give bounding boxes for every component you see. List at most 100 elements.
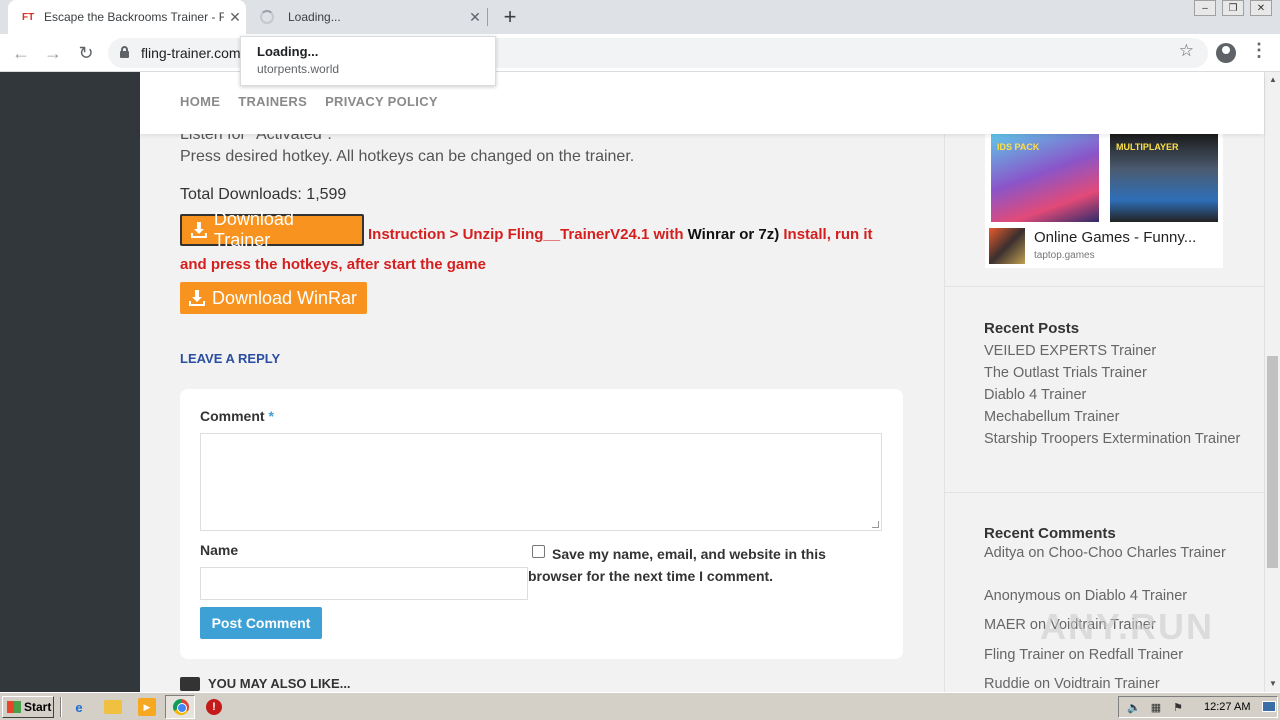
post-comment-button[interactable]: Post Comment [200,607,322,639]
profile-icon[interactable] [1216,43,1236,63]
site-nav: HOME TRAINERS PRIVACY POLICY [180,94,438,109]
show-desktop-icon[interactable] [1262,701,1276,712]
fling-favicon-icon: FT [22,11,35,23]
tab-close-icon[interactable]: ✕ [464,9,486,26]
start-button[interactable]: Start [2,696,54,718]
windows-logo-icon [7,701,21,713]
recent-post-link[interactable]: Mechabellum Trainer [984,406,1244,428]
nav-privacy-policy[interactable]: PRIVACY POLICY [325,94,438,109]
total-downloads: Total Downloads: 1,599 [180,186,347,203]
recent-comment-item[interactable]: Anonymous on Diablo 4 Trainer [984,589,1244,604]
minimize-icon[interactable]: – [1194,0,1216,16]
lock-icon[interactable] [120,46,129,58]
ad-image[interactable]: MULTIPLAYER [1110,134,1218,222]
security-icon[interactable]: ⚑ [1171,700,1185,714]
url-text[interactable]: fling-trainer.com [141,45,241,61]
download-icon [189,290,205,306]
leave-reply-heading: LEAVE A REPLY [180,351,281,366]
save-info-label: Save my name, email, and website in this… [528,546,826,584]
restore-icon[interactable]: ❐ [1222,0,1244,16]
recent-posts-heading: Recent Posts [984,320,1080,337]
download-winrar-label: Download WinRar [212,287,358,308]
thumbs-icon [180,676,200,691]
recent-comment-item[interactable]: Ruddie on Voidtrain Trainer [984,677,1244,692]
media-player-icon[interactable]: ▶ [138,698,156,716]
tab-title: Escape the Backrooms Trainer - Fling [44,10,224,24]
instruction-line: Press desired hotkey. All hotkeys can be… [180,148,635,165]
forward-arrow-icon[interactable]: → [40,40,66,66]
nav-trainers[interactable]: TRAINERS [238,94,307,109]
reload-icon[interactable]: ↻ [73,40,99,66]
ad-badge: MULTIPLAYER [1116,142,1179,152]
tab-title: Loading... [288,10,341,24]
comment-label-text: Comment [200,408,265,424]
start-label: Start [24,700,52,714]
ad-domain: taptop.games [1034,250,1095,261]
main-content: Listen for "Activated". Press desired ho… [140,72,944,692]
comment-form: Comment * Name Save my name, email, and … [180,389,903,659]
download-winrar-button[interactable]: Download WinRar [180,282,367,314]
volume-icon[interactable]: 🔈 [1127,700,1141,714]
sidebar: IDS PACK MULTIPLAYER Online Games - Funn… [944,72,1265,692]
web-page: Listen for "Activated". Press desired ho… [0,72,1280,692]
close-window-icon[interactable]: ✕ [1250,0,1272,16]
tab-strip: FT Escape the Backrooms Trainer - Fling … [0,0,1280,34]
page-scrollbar[interactable]: ▲ ▼ [1264,72,1280,692]
instruction-text-1: Instruction > Unzip Fling__TrainerV24.1 … [368,226,688,243]
recent-post-link[interactable]: The Outlast Trials Trainer [984,362,1244,384]
ad-card[interactable]: IDS PACK MULTIPLAYER Online Games - Funn… [985,134,1223,268]
you-may-also-like-heading: YOU MAY ALSO LIKE... [180,676,351,691]
tooltip-url: utorpents.world [257,62,340,76]
internet-explorer-icon[interactable]: e [70,698,88,716]
folder-icon[interactable] [104,700,122,714]
comment-textarea[interactable] [200,433,882,531]
browser-toolbar: ← → ↻ fling-trainer.com ☆ ⋮ [0,34,1280,72]
divider [945,492,1265,493]
ad-badge: IDS PACK [997,142,1040,152]
back-arrow-icon[interactable]: ← [8,40,34,66]
divider [945,286,1265,287]
recent-post-link[interactable]: Starship Troopers Extermination Trainer [984,428,1244,450]
tab-loading[interactable]: Loading... ✕ [248,0,486,34]
tab-separator [487,8,488,26]
download-trainer-label: Download Trainer [213,209,294,250]
also-like-text: YOU MAY ALSO LIKE... [208,676,351,691]
required-mark: * [268,408,274,424]
nav-home[interactable]: HOME [180,94,220,109]
window-controls: – ❐ ✕ [1194,0,1272,16]
tooltip-title: Loading... [257,44,319,59]
anyrun-watermark: ANY.RUN [1040,606,1215,647]
scroll-down-icon[interactable]: ▼ [1269,679,1277,688]
stop-icon[interactable]: ! [206,699,222,715]
comment-label: Comment * [200,408,274,424]
recent-comment-item[interactable]: Aditya on Choo-Choo Charles Trainer [984,546,1244,561]
taskbar-separator [60,697,62,717]
loading-spinner-icon [260,10,274,24]
download-icon [190,222,207,238]
tab-escape-backrooms[interactable]: FT Escape the Backrooms Trainer - Fling … [8,0,246,34]
star-icon[interactable]: ☆ [1179,41,1194,61]
ad-title[interactable]: Online Games - Funny... [1034,229,1196,246]
download-trainer-button[interactable]: Download Trainer [180,209,364,250]
tab-hover-tooltip: Loading... utorpents.world [240,36,496,86]
new-tab-button[interactable]: + [498,4,522,30]
clock: 12:27 AM [1204,701,1251,713]
tab-close-icon[interactable]: ✕ [224,9,246,26]
instruction-text-2: Winrar or 7z) [687,226,780,243]
ad-thumbnail[interactable] [989,228,1025,264]
scroll-up-icon[interactable]: ▲ [1269,75,1277,84]
name-label: Name [200,542,239,558]
menu-icon[interactable]: ⋮ [1250,40,1268,61]
left-background [0,72,140,692]
chrome-icon [173,699,189,715]
chrome-taskbar-button[interactable] [165,695,195,719]
recent-post-link[interactable]: VEILED EXPERTS Trainer [984,340,1244,362]
name-input[interactable] [200,567,528,600]
ad-image[interactable]: IDS PACK [991,134,1099,222]
recent-post-link[interactable]: Diablo 4 Trainer [984,384,1244,406]
recent-comments-heading: Recent Comments [984,525,1116,542]
network-icon[interactable]: ▦ [1149,700,1163,714]
scrollbar-thumb[interactable] [1267,356,1278,568]
recent-comment-item[interactable]: Fling Trainer on Redfall Trainer [984,648,1244,663]
taskbar: Start e ▶ ! 🔈 ▦ ⚑ 12:27 AM [0,692,1280,720]
